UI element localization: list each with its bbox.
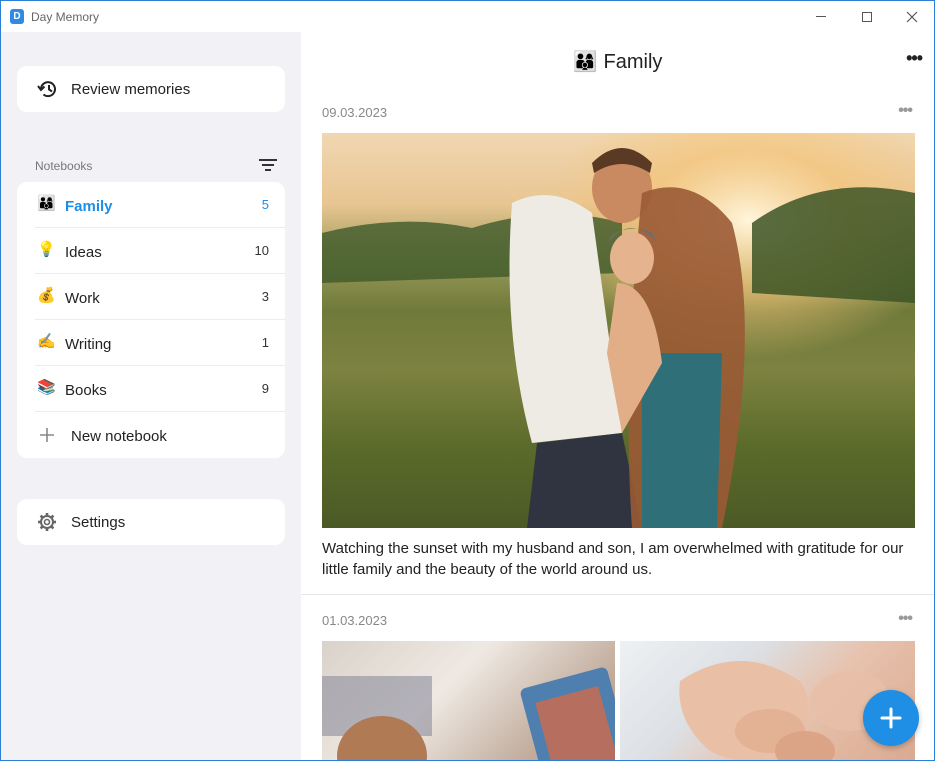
minimize-icon <box>816 16 826 17</box>
settings-label: Settings <box>71 514 126 531</box>
gear-icon <box>38 513 56 531</box>
notebook-name: Work <box>65 290 100 307</box>
maximize-icon <box>862 11 872 22</box>
entry-photo[interactable] <box>322 133 915 528</box>
notebook-count: 5 <box>261 197 269 212</box>
review-memories-label: Review memories <box>71 81 191 98</box>
app-window: D Day Memory Review memories Notebooks 👨… <box>0 0 935 761</box>
maximize-button[interactable] <box>844 1 890 32</box>
history-icon <box>37 81 56 98</box>
app-logo-icon: D <box>10 9 24 24</box>
books-icon: 📚 <box>37 379 56 396</box>
notebook-name: Books <box>65 382 107 399</box>
child-photo-illustration <box>322 667 615 760</box>
close-button[interactable] <box>889 1 934 32</box>
notebook-count: 1 <box>261 335 269 350</box>
title-bar: D Day Memory <box>1 1 934 32</box>
close-icon <box>906 11 918 22</box>
review-memories-button[interactable]: Review memories <box>17 66 285 112</box>
lightbulb-icon: 💡 <box>37 241 56 258</box>
notebook-count: 9 <box>261 381 269 396</box>
main-panel: 👨‍👩‍👦Family ••• 09.03.2023 ••• <box>301 32 934 760</box>
entry-more-button[interactable]: ••• <box>898 610 913 628</box>
entry-photo[interactable] <box>322 641 615 760</box>
page-title: 👨‍👩‍👦 Family <box>301 49 934 74</box>
notebook-item-books[interactable]: 📚 Books 9 <box>17 366 285 412</box>
family-icon: 👨‍👩‍👦 <box>37 195 56 212</box>
notebooks-list: 👨‍👩‍👦 Family 5 💡 Ideas 10 💰 Work 3 ✍️ Wr… <box>17 182 285 458</box>
plus-icon <box>880 707 902 729</box>
page-title-text: Family <box>603 51 663 73</box>
money-bag-icon: 💰 <box>37 287 56 304</box>
family-icon: 👨‍👩‍👦 <box>572 51 598 73</box>
more-options-button[interactable]: ••• <box>906 48 923 69</box>
notebook-name: Writing <box>65 336 112 353</box>
notebook-item-family[interactable]: 👨‍👩‍👦 Family 5 <box>17 182 285 228</box>
notebook-item-work[interactable]: 💰 Work 3 <box>17 274 285 320</box>
notebook-count: 10 <box>254 243 269 258</box>
family-photo-illustration <box>322 133 915 528</box>
entry-date: 01.03.2023 <box>322 613 388 628</box>
new-notebook-button[interactable]: New notebook <box>17 412 285 458</box>
add-entry-button[interactable] <box>863 690 919 746</box>
plus-icon <box>40 428 54 442</box>
notebook-name: Family <box>65 198 113 215</box>
notebook-item-ideas[interactable]: 💡 Ideas 10 <box>17 228 285 274</box>
writing-hand-icon: ✍️ <box>37 333 56 350</box>
filter-icon[interactable] <box>258 158 278 172</box>
new-notebook-label: New notebook <box>71 428 167 445</box>
notebook-name: Ideas <box>65 244 102 261</box>
notebook-count: 3 <box>261 289 269 304</box>
entry-date: 09.03.2023 <box>322 105 388 120</box>
entry-text: Watching the sunset with my husband and … <box>322 540 904 578</box>
entry-divider <box>301 594 934 595</box>
notebooks-header: Notebooks <box>35 159 93 173</box>
sidebar: Review memories Notebooks 👨‍👩‍👦 Family 5… <box>1 32 301 760</box>
entry-more-button[interactable]: ••• <box>898 102 913 120</box>
minimize-button[interactable] <box>798 1 844 32</box>
window-title: Day Memory <box>31 10 100 24</box>
notebook-item-writing[interactable]: ✍️ Writing 1 <box>17 320 285 366</box>
settings-button[interactable]: Settings <box>17 499 285 545</box>
